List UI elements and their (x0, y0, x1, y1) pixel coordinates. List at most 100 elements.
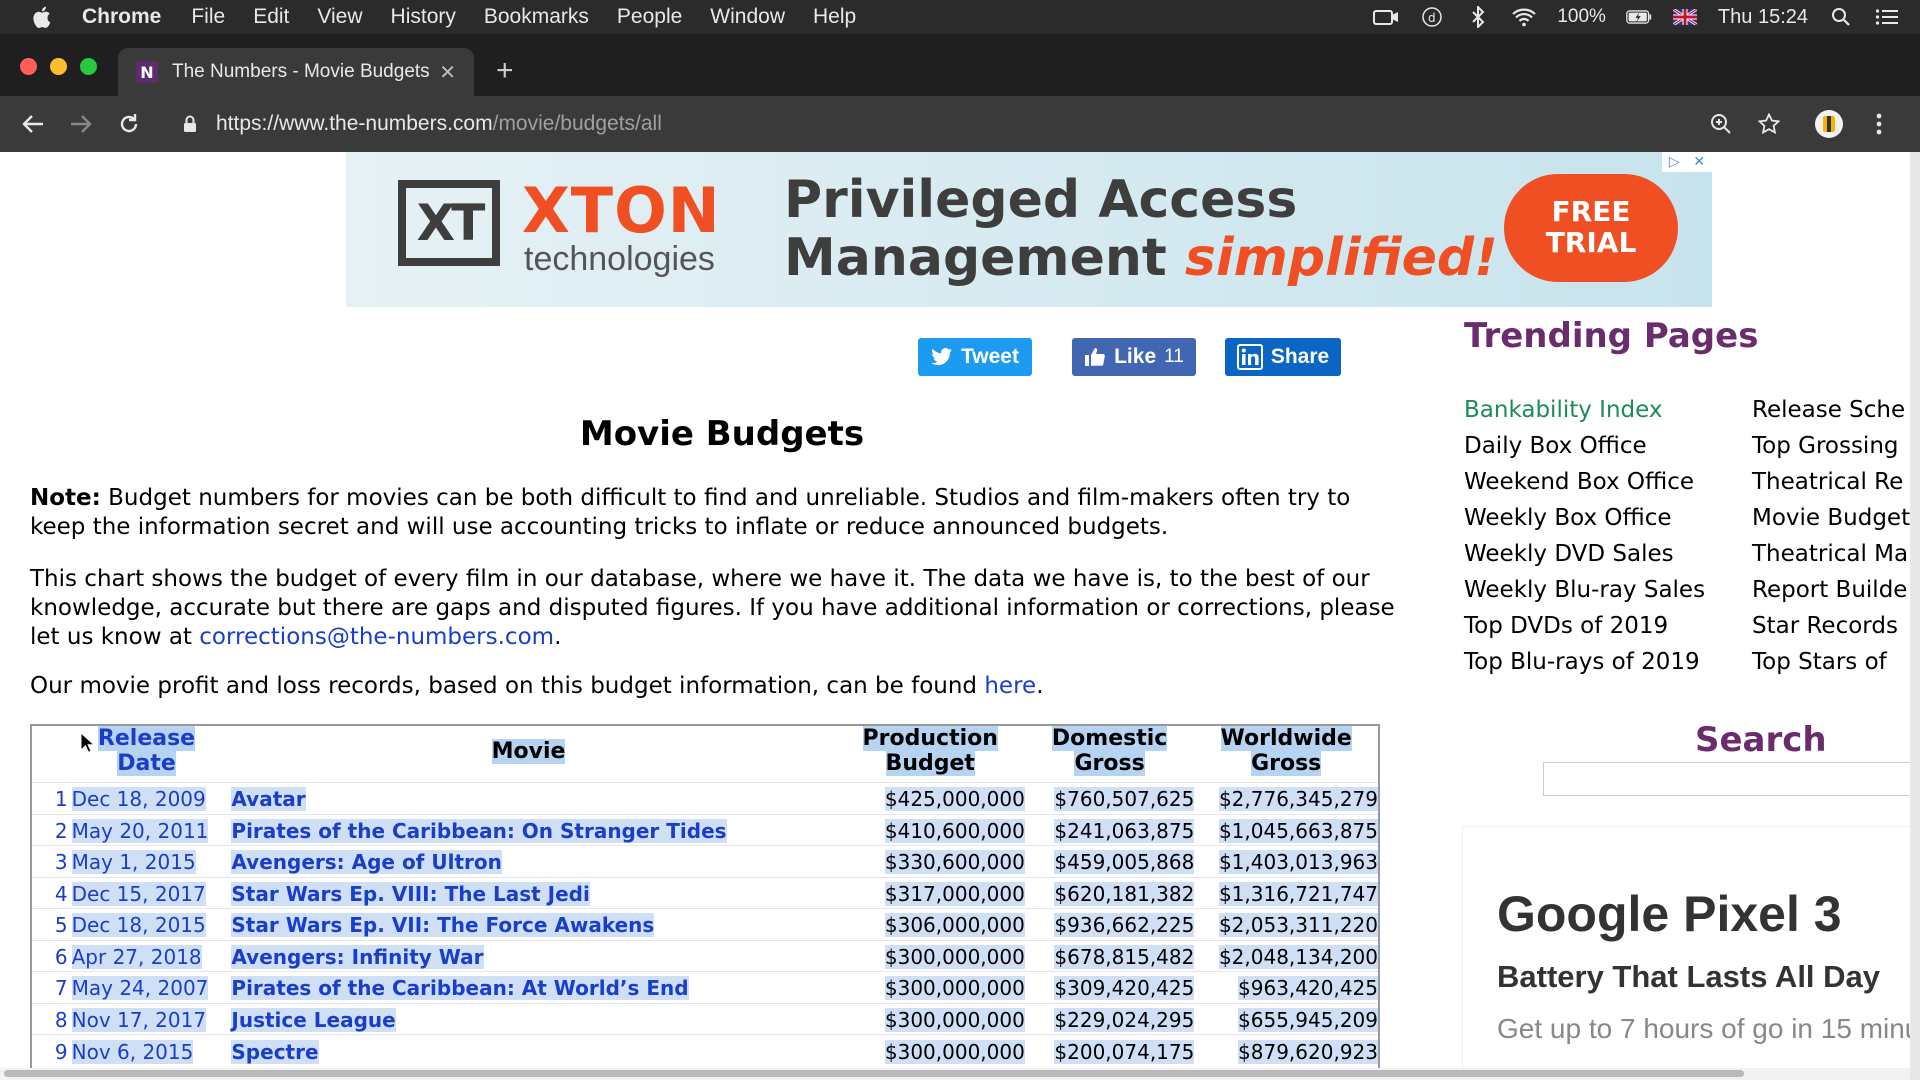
movie-title-cell-text[interactable]: Avatar (231, 787, 306, 812)
header-release-date[interactable]: Release Date (72, 726, 222, 783)
movie-title-cell-text[interactable]: Spectre (231, 1039, 319, 1064)
release-date-cell[interactable]: May 20, 2011 (71, 814, 222, 846)
movie-title-cell[interactable]: Star Wars Ep. VII: The Force Awakens (221, 909, 835, 941)
ad-close-icon[interactable]: ✕ (1693, 154, 1705, 170)
menubar-clock[interactable]: Thu 15:24 (1718, 6, 1808, 29)
trending-link[interactable]: Top Grossing (1752, 428, 1910, 464)
tweet-button[interactable]: Tweet (918, 338, 1032, 376)
notification-center-icon[interactable] (1874, 6, 1900, 28)
movie-title-cell-text[interactable]: Avengers: Infinity War (231, 944, 484, 969)
trending-link[interactable]: Top Stars of (1752, 644, 1910, 680)
header-production-budget[interactable]: Production Budget (836, 726, 1025, 783)
reload-icon[interactable] (112, 107, 146, 141)
facebook-like-button[interactable]: Like 11 (1072, 338, 1196, 376)
movie-title-cell[interactable]: Spectre (221, 1035, 835, 1067)
movie-title-cell-text[interactable]: Justice League (231, 1007, 396, 1032)
release-date-cell[interactable]: May 24, 2007 (71, 972, 222, 1004)
movie-title-cell[interactable]: Pirates of the Caribbean: At World’s End (221, 972, 835, 1004)
trending-link[interactable]: Weekly DVD Sales (1464, 536, 1705, 572)
vertical-scrollbar[interactable] (1910, 152, 1920, 1080)
release-date-cell[interactable]: Dec 18, 2009 (71, 783, 222, 815)
bluetooth-icon[interactable] (1465, 6, 1491, 28)
linkedin-share-button[interactable]: Share (1225, 338, 1341, 376)
screen-record-icon[interactable] (1373, 6, 1399, 28)
back-arrow-icon[interactable] (16, 107, 50, 141)
xton-ad-banner[interactable]: XT XTON technologies Privileged Access M… (346, 152, 1712, 307)
release-date-cell[interactable]: May 1, 2015 (71, 846, 222, 878)
trending-link[interactable]: Daily Box Office (1464, 428, 1705, 464)
corrections-email-link[interactable]: corrections@the-numbers.com (199, 624, 554, 650)
lock-icon[interactable] (178, 112, 202, 136)
menu-edit[interactable]: Edit (253, 5, 289, 29)
header-domestic-gross[interactable]: Domestic Gross (1025, 726, 1195, 783)
movie-title-cell[interactable]: Justice League (221, 1003, 835, 1035)
trending-link[interactable]: Top DVDs of 2019 (1464, 608, 1705, 644)
zoom-icon[interactable] (1704, 107, 1738, 141)
release-date-cell-text[interactable]: Apr 27, 2018 (71, 944, 202, 969)
menu-view[interactable]: View (317, 5, 362, 29)
trending-link[interactable]: Star Records (1752, 608, 1910, 644)
release-date-cell-text[interactable]: Nov 6, 2015 (71, 1039, 194, 1064)
menu-help[interactable]: Help (813, 5, 856, 29)
horizontal-scrollbar-thumb[interactable] (4, 1070, 1744, 1077)
release-date-cell[interactable]: Nov 6, 2015 (71, 1035, 222, 1067)
chrome-menu-kebab-icon[interactable] (1862, 107, 1896, 141)
header-worldwide-gross[interactable]: Worldwide Gross (1194, 726, 1378, 783)
adchoices-icon[interactable]: ▷ ✕ (1662, 152, 1712, 172)
movie-title-cell-text[interactable]: Star Wars Ep. VIII: The Last Jedi (231, 881, 590, 906)
menu-history[interactable]: History (391, 5, 456, 29)
tab-close-icon[interactable]: ✕ (439, 60, 456, 84)
trending-link[interactable]: Report Builde (1752, 572, 1910, 608)
movie-title-cell[interactable]: Avengers: Age of Ultron (221, 846, 835, 878)
movie-title-cell-text[interactable]: Pirates of the Caribbean: On Stranger Ti… (231, 818, 727, 843)
movie-title-cell-text[interactable]: Star Wars Ep. VII: The Force Awakens (231, 913, 655, 938)
release-date-cell-text[interactable]: Nov 17, 2017 (71, 1007, 207, 1032)
menu-app-chrome[interactable]: Chrome (82, 5, 161, 29)
release-date-cell-text[interactable]: Dec 18, 2015 (71, 913, 206, 938)
horizontal-scrollbar[interactable] (0, 1068, 1910, 1080)
movie-title-cell-text[interactable]: Pirates of the Caribbean: At World’s End (231, 976, 689, 1001)
trending-link[interactable]: Theatrical Re (1752, 464, 1910, 500)
movie-title-cell-text[interactable]: Avengers: Age of Ultron (231, 850, 502, 875)
trending-link[interactable]: Weekly Box Office (1464, 500, 1705, 536)
release-date-cell-text[interactable]: May 1, 2015 (71, 850, 196, 875)
sidebar-search-input[interactable] (1543, 762, 1910, 796)
apple-menu-icon[interactable] (26, 2, 56, 32)
forward-arrow-icon[interactable] (64, 107, 98, 141)
adchoices-triangle-icon[interactable]: ▷ (1669, 154, 1680, 170)
release-date-cell[interactable]: Nov 17, 2017 (71, 1003, 222, 1035)
trending-link[interactable]: Theatrical Ma (1752, 536, 1910, 572)
release-date-cell-text[interactable]: Dec 18, 2009 (71, 787, 206, 812)
movie-title-cell[interactable]: Avengers: Infinity War (221, 940, 835, 972)
profit-here-link[interactable]: here (984, 673, 1036, 699)
trending-link[interactable]: Release Sche (1752, 392, 1910, 428)
release-date-cell[interactable]: Dec 15, 2017 (71, 877, 222, 909)
bookmark-star-icon[interactable] (1752, 107, 1786, 141)
free-trial-button[interactable]: FREE TRIAL (1504, 174, 1678, 282)
window-close-button[interactable] (20, 58, 37, 75)
dictionary-icon[interactable]: d (1419, 6, 1445, 28)
trending-link[interactable]: Weekend Box Office (1464, 464, 1705, 500)
release-date-cell-text[interactable]: May 20, 2011 (71, 818, 209, 843)
battery-icon[interactable] (1626, 6, 1652, 28)
menu-people[interactable]: People (617, 5, 682, 29)
window-minimize-button[interactable] (50, 58, 67, 75)
address-bar[interactable]: https://www.the-numbers.com/movie/budget… (166, 104, 1746, 144)
uk-flag-icon[interactable] (1672, 6, 1698, 28)
movie-title-cell[interactable]: Star Wars Ep. VIII: The Last Jedi (221, 877, 835, 909)
wifi-icon[interactable] (1511, 6, 1537, 28)
movie-title-cell[interactable]: Pirates of the Caribbean: On Stranger Ti… (221, 814, 835, 846)
window-zoom-button[interactable] (80, 58, 97, 75)
menu-file[interactable]: File (191, 5, 225, 29)
release-date-cell[interactable]: Dec 18, 2015 (71, 909, 222, 941)
trending-link[interactable]: Bankability Index (1464, 392, 1705, 428)
release-date-cell[interactable]: Apr 27, 2018 (71, 940, 222, 972)
menu-window[interactable]: Window (710, 5, 785, 29)
menu-bookmarks[interactable]: Bookmarks (484, 5, 589, 29)
header-movie[interactable]: Movie (221, 726, 835, 783)
google-pixel-ad[interactable]: Google Pixel 3 Battery That Lasts All Da… (1462, 826, 1910, 1080)
extension-icon[interactable] (1812, 107, 1846, 141)
url-text[interactable]: https://www.the-numbers.com/movie/budget… (216, 112, 662, 136)
release-date-cell-text[interactable]: Dec 15, 2017 (71, 881, 206, 906)
spotlight-search-icon[interactable] (1828, 6, 1854, 28)
